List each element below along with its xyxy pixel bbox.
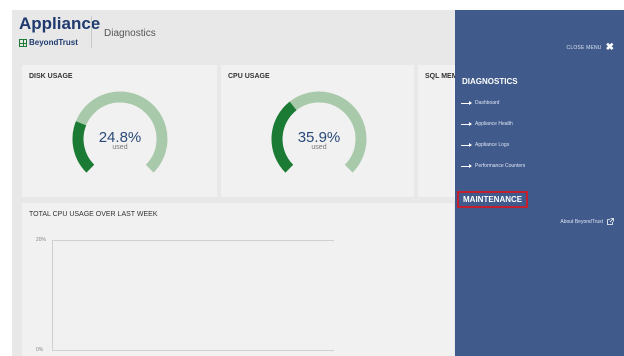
disk-usage-used-label: used [112,144,128,151]
menu-item-appliance-logs[interactable]: Appliance Logs [461,142,509,148]
cpu-usage-card: CPU USAGE 35.9% used [221,65,414,197]
arrow-right-icon [461,100,472,105]
disk-usage-title: DISK USAGE [29,73,73,80]
about-label: About BeyondTrust [560,218,603,225]
app-window: Appliance BeyondTrust Diagnostics DISK U… [12,10,624,356]
gridline-bottom [52,350,334,351]
disk-usage-gauge: 24.8% used [60,85,180,180]
menu-item-label: Appliance Logs [475,142,510,148]
cpu-usage-used-label: used [311,144,327,151]
y-tick-bottom: 0% [36,347,44,353]
cpu-usage-title: CPU USAGE [228,73,270,80]
app-title: Appliance [19,14,101,33]
side-menu: CLOSE MENU ✖ DIAGNOSTICS Dashboard Appli… [455,10,624,356]
cpu-history-chart-card: TOTAL CPU USAGE OVER LAST WEEK 20% 0% [22,203,454,356]
header-divider [91,16,92,48]
beyondtrust-logo-icon [19,38,27,47]
arrow-right-icon [461,121,472,126]
gridline-top [52,240,334,241]
chart-title: TOTAL CPU USAGE OVER LAST WEEK [29,211,158,218]
arrow-right-icon [461,163,472,168]
close-menu-button[interactable]: CLOSE MENU ✖ [567,43,614,53]
arrow-right-icon [461,142,472,147]
close-menu-label: CLOSE MENU [566,45,602,51]
close-icon: ✖ [605,42,614,53]
sql-memory-title: SQL MEM [425,73,458,80]
external-link-icon [607,218,614,225]
y-tick-top: 20% [36,237,47,243]
brand-logo: BeyondTrust [19,38,78,47]
page-title: Diagnostics [104,28,156,39]
menu-item-label: Dashboard [475,100,500,106]
menu-item-appliance-health[interactable]: Appliance Health [461,121,513,127]
diagnostics-heading: DIAGNOSTICS [462,77,518,86]
menu-item-label: Appliance Health [475,121,513,127]
header: Appliance BeyondTrust Diagnostics [12,10,455,55]
disk-usage-card: DISK USAGE 24.8% used [22,65,217,197]
y-axis-line [52,240,53,351]
menu-item-performance-counters[interactable]: Performance Counters [461,163,525,169]
cpu-usage-gauge: 35.9% used [259,85,379,180]
menu-item-dashboard[interactable]: Dashboard [461,100,499,106]
brand-name: BeyondTrust [29,38,78,47]
maintenance-heading[interactable]: MAINTENANCE [457,191,529,208]
menu-item-label: Performance Counters [475,163,526,169]
about-beyondtrust-link[interactable]: About BeyondTrust [560,218,614,225]
